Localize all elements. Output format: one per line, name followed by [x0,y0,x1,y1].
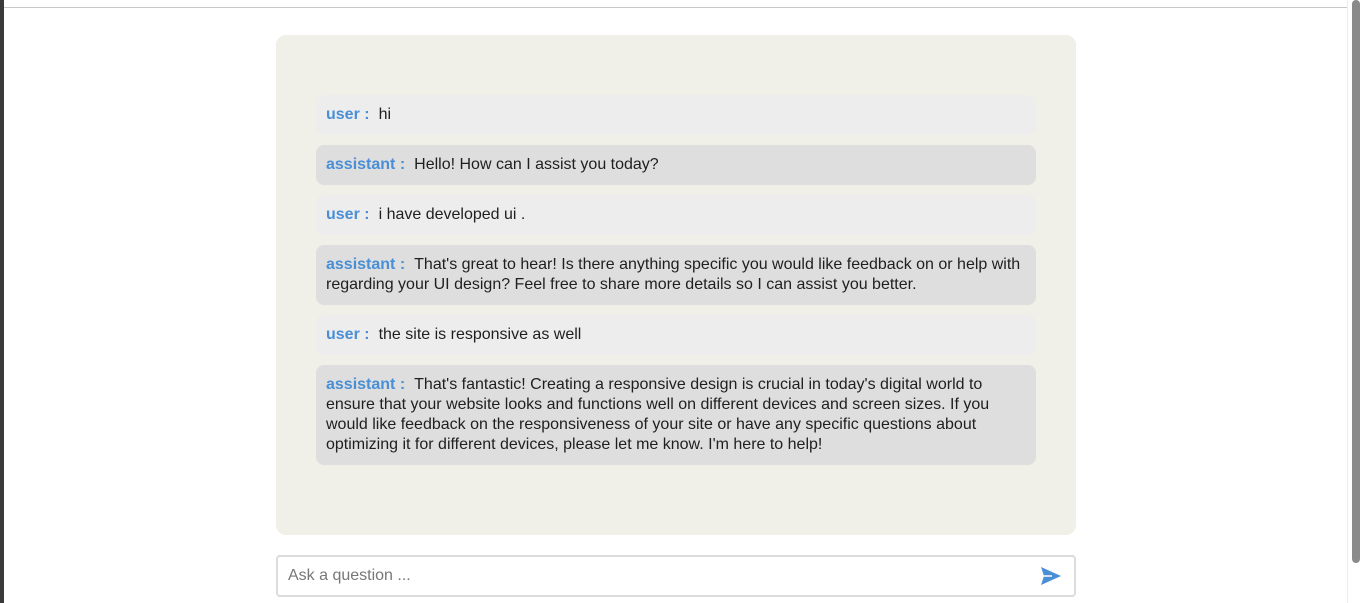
message-role-label: user : [326,206,370,223]
message-role-label: assistant : [326,156,406,173]
send-icon [1041,567,1061,585]
message-user: user : hi [316,95,1036,135]
send-button[interactable] [1040,566,1062,586]
message-user: user : i have developed ui . [316,195,1036,235]
question-input[interactable] [288,557,1028,595]
message-role-label: user : [326,106,370,123]
message-user: user : the site is responsive as well [316,315,1036,355]
page-scrollbar[interactable] [1347,0,1366,603]
message-assistant: assistant : Hello! How can I assist you t… [316,145,1036,185]
message-assistant: assistant : That's fantastic! Creating a … [316,365,1036,465]
chat-panel: user : hi assistant : Hello! How can I ass… [276,35,1076,535]
header-divider [4,7,1348,8]
question-input-bar [276,555,1076,597]
message-text: That's great to hear! Is there anything … [326,256,1021,293]
message-text: Hello! How can I assist you today? [414,156,659,173]
message-text: hi [378,106,392,123]
message-role-label: assistant : [326,256,406,273]
message-text: the site is responsive as well [378,326,582,343]
message-role-label: user : [326,326,370,343]
message-list: user : hi assistant : Hello! How can I ass… [316,95,1036,475]
scrollbar-thumb[interactable] [1352,0,1360,563]
message-text: i have developed ui . [378,206,526,223]
message-role-label: assistant : [326,376,406,393]
message-assistant: assistant : That's great to hear! Is ther… [316,245,1036,305]
window-frame-edge [0,0,4,603]
message-text: That's fantastic! Creating a responsive … [326,376,990,453]
